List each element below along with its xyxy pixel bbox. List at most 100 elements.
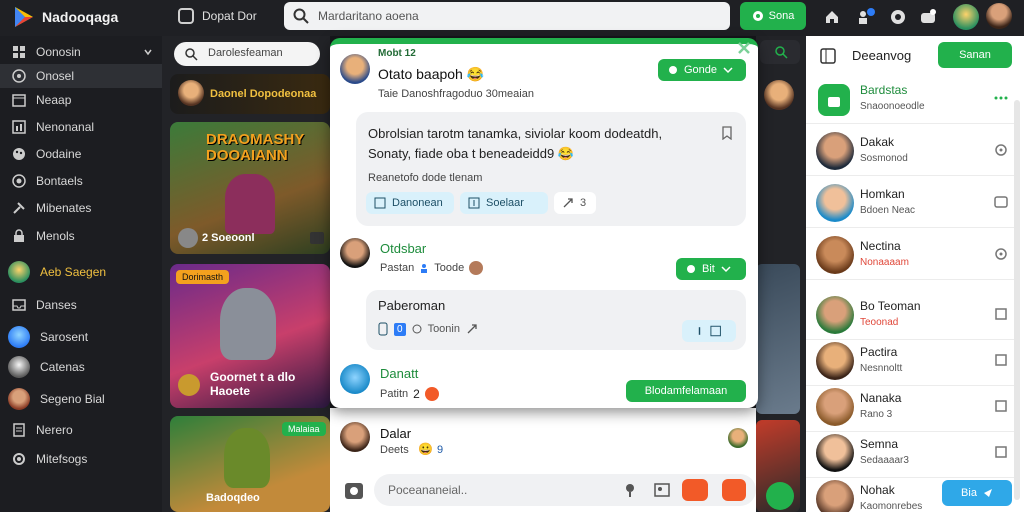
friend-status: Rano 3 (860, 409, 893, 420)
send-button[interactable]: Sona (740, 2, 806, 30)
puzzle-icon[interactable] (994, 307, 1008, 321)
chevron-down-icon[interactable] (144, 48, 152, 56)
search-bar[interactable]: Mardaritano aoena (284, 2, 730, 30)
sidebar-item-docs[interactable]: Nerero (0, 418, 162, 442)
sidebar-item-channel[interactable]: Sarosent (0, 325, 162, 349)
friend-row[interactable]: Dakak Sosmonod (806, 126, 1016, 176)
card-badge: Dorimasth (176, 270, 230, 284)
share-chip[interactable]: 3 (554, 192, 596, 214)
friend-row[interactable]: Semna Sedaaaar3 (806, 428, 1016, 478)
card-caption: Goornet t a dlo Haoete (210, 370, 296, 398)
tag-chip[interactable]: Soelaar (460, 192, 548, 214)
gamepad-icon[interactable] (918, 7, 938, 27)
close-icon[interactable] (734, 38, 754, 58)
sidebar-item-channel[interactable]: Catenas (0, 355, 162, 379)
settings-icon[interactable] (994, 143, 1008, 157)
game-card[interactable] (756, 264, 800, 414)
friend-row[interactable]: Nanaka Rano 3 (806, 382, 1016, 432)
phone-icon[interactable] (378, 322, 388, 336)
app-logo-icon[interactable] (12, 5, 36, 29)
game-card[interactable]: DRAOMASHY DOOAIANN 2 Soeoonl (170, 122, 330, 254)
game-feed: Darolesfeaman Daonel Dopodeonaa DRAOMASH… (162, 36, 330, 512)
game-card[interactable]: Dorimasth Goornet t a dlo Haoete (170, 264, 330, 408)
avatar (340, 238, 370, 268)
message-composer[interactable]: Poceananeial.. (374, 474, 756, 506)
sidebar-item-label: Onosel (36, 69, 75, 83)
panel-icon[interactable] (820, 48, 836, 64)
more-icon[interactable] (310, 232, 324, 244)
nav-link[interactable]: Dopat Dor (202, 9, 257, 23)
group-row[interactable]: Bardstas Snaoonoeodle (806, 74, 1016, 124)
reply-badge: 0 (394, 322, 406, 336)
sidebar-item-themes[interactable]: Oodaine (0, 142, 162, 166)
card-caption: 2 Soeoonl (202, 232, 255, 244)
fab-button[interactable] (766, 482, 794, 510)
avatar (340, 422, 370, 452)
store-icon[interactable] (178, 8, 194, 24)
user-avatar[interactable] (986, 3, 1012, 29)
game-card[interactable]: Malaiaa Badoqdeo (170, 416, 330, 512)
search-input[interactable]: Mardaritano aoena (318, 9, 419, 23)
chat-icon[interactable] (994, 195, 1008, 209)
search-toggle[interactable] (760, 40, 800, 64)
sidebar-item-stats[interactable]: Nenonanal (0, 115, 162, 139)
comment-cta-button[interactable]: Blodamfelamaan (626, 380, 746, 402)
avatar (340, 364, 370, 394)
card-caption: Badoqdeo (206, 492, 260, 504)
follow-button[interactable]: Gonde (658, 59, 746, 81)
reply-bubble: Paberoman 0 Toonin (366, 290, 746, 350)
comment-action-button[interactable]: Bit (676, 258, 746, 280)
bookmark-icon[interactable] (720, 126, 734, 140)
puzzle-icon[interactable] (994, 353, 1008, 367)
panel-scrollbar[interactable] (1014, 100, 1020, 500)
avatar (816, 388, 854, 426)
sidebar-item-channel[interactable]: Aeb Saegen (0, 260, 162, 284)
reply-tools: 0 Toonin (378, 322, 478, 336)
left-sidebar: Oonosin Onosel Neaap Nenonanal Oodaine B… (0, 36, 162, 512)
sidebar-item-menus[interactable]: Menols (0, 224, 162, 248)
image-icon[interactable] (344, 482, 364, 500)
panel-action-button[interactable]: Sanan (938, 42, 1012, 68)
home-icon[interactable] (822, 7, 842, 27)
panel-title: Deeanvog (852, 48, 912, 63)
share-icon[interactable] (466, 323, 478, 335)
chat-button[interactable]: Bia (942, 480, 1012, 506)
game-card[interactable]: Daonel Dopodeonaa (170, 74, 330, 114)
settings-icon[interactable] (994, 247, 1008, 261)
tag-chip[interactable]: Danonean (366, 192, 454, 214)
globe-icon[interactable] (888, 7, 908, 27)
friend-row[interactable]: Bo Teoman Teoonad (806, 290, 1016, 340)
sidebar-item-channel[interactable]: Segeno Bial (0, 387, 162, 411)
avatar (816, 296, 854, 334)
friend-row[interactable]: Nectina Nonaaaam (806, 230, 1016, 280)
gallery-icon[interactable] (654, 482, 670, 498)
feed-search-bar[interactable]: Darolesfeaman (174, 42, 320, 66)
reply-action[interactable] (682, 320, 736, 342)
feed-search-input[interactable]: Darolesfeaman (208, 47, 283, 59)
sticker-button[interactable] (682, 479, 708, 501)
sidebar-item-tags[interactable]: Bontaels (0, 169, 162, 193)
sidebar-item-explore[interactable]: Onosel (0, 64, 162, 88)
sidebar-item-settings[interactable]: Mitefsogs (0, 447, 162, 471)
friend-status: Sedaaaar3 (860, 455, 909, 466)
friend-row[interactable]: Homkan Bdoen Neac (806, 178, 1016, 228)
sidebar-item-label: Sarosent (40, 330, 89, 344)
sidebar-item-inbox[interactable]: Danses (0, 293, 162, 317)
emoji-button[interactable] (722, 479, 746, 501)
people-icon[interactable] (856, 7, 876, 27)
sidebar-item-home[interactable]: Oonosin (0, 40, 162, 64)
profile-avatar[interactable] (953, 4, 979, 30)
comment-count: 9 (437, 444, 444, 456)
mic-icon[interactable] (622, 482, 638, 498)
puzzle-icon[interactable] (994, 445, 1008, 459)
sidebar-item-label: Nerero (36, 423, 73, 437)
group-name: Bardstas (860, 83, 908, 97)
friend-row[interactable]: Pactira Nesnnoltt (806, 336, 1016, 386)
sidebar-item-tools[interactable]: Mibenates (0, 196, 162, 220)
message-input[interactable]: Poceananeial.. (388, 483, 467, 497)
puzzle-icon[interactable] (994, 399, 1008, 413)
comment-meta-text: Patitn (380, 388, 409, 400)
sidebar-item-events[interactable]: Neaap (0, 88, 162, 112)
avatar (8, 261, 30, 283)
more-dots-icon[interactable] (994, 91, 1008, 105)
